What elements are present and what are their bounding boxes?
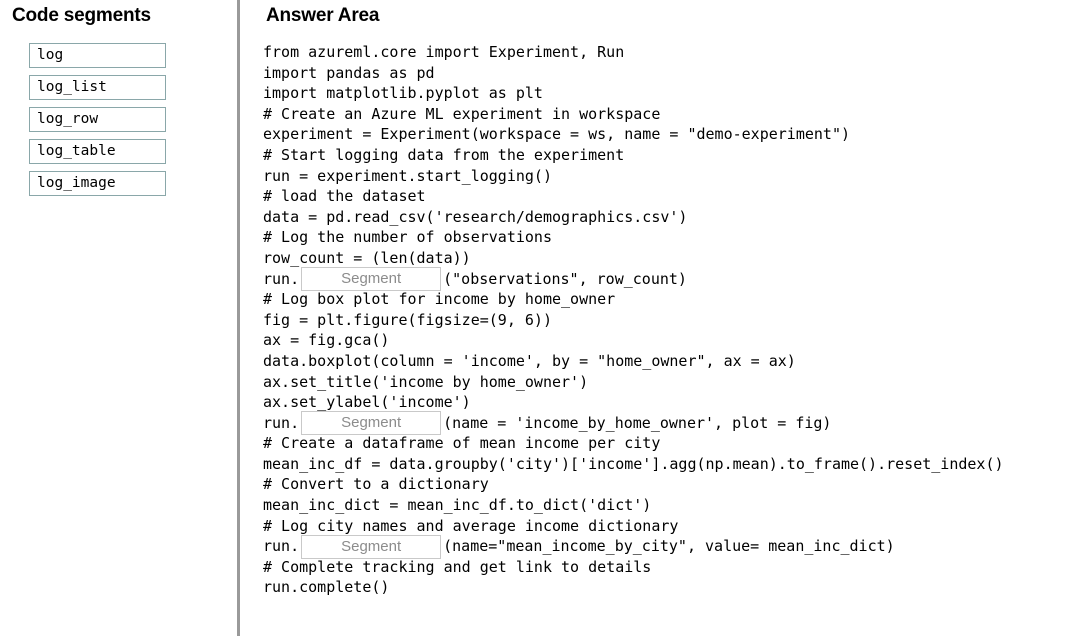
code-line: row_count = (len(data)) [263,248,1077,269]
code-line: # Create an Azure ML experiment in works… [263,104,1077,125]
code-line: # Start logging data from the experiment [263,145,1077,166]
code-line: run = experiment.start_logging() [263,166,1077,187]
code-line: run. Segment (name = 'income_by_home_owner… [263,410,1077,435]
code-line: import matplotlib.pyplot as plt [263,83,1077,104]
code-line-text: row_count = (len(data)) [263,248,471,267]
code-line: # Log box plot for income by home_owner [263,289,1077,310]
code-line-text: import matplotlib.pyplot as plt [263,84,543,103]
code-line: # Log city names and average income dict… [263,516,1077,537]
code-line-text: # load the dataset [263,187,426,206]
code-line: run.complete() [263,577,1077,598]
code-line: # load the dataset [263,186,1077,207]
code-line: mean_inc_dict = mean_inc_df.to_dict('dic… [263,495,1077,516]
code-line-suffix: (name="mean_income_by_city", value= mean… [443,537,895,556]
code-line-text: ax.set_title('income by home_owner') [263,372,589,391]
code-segment-chip[interactable]: log_image [29,171,166,196]
code-segment-chip[interactable]: log [29,43,166,68]
segment-dropdown[interactable]: Segment [301,534,442,559]
code-line: ax.set_ylabel('income') [263,392,1077,413]
code-line: data.boxplot(column = 'income', by = "ho… [263,351,1077,372]
code-line-prefix: run. [263,413,300,432]
code-line-text: fig = plt.figure(figsize=(9, 6)) [263,310,552,329]
code-line-text: ax = fig.gca() [263,331,390,350]
code-line: data = pd.read_csv('research/demographic… [263,207,1077,228]
code-segment-chip[interactable]: log_list [29,75,166,100]
code-line: run. Segment (name="mean_income_by_city", … [263,534,1077,559]
code-line: from azureml.core import Experiment, Run [263,42,1077,63]
code-segments-panel: Code segments log log_list log_row log_tabl… [0,0,238,636]
code-line-text: run.complete() [263,578,390,597]
code-line-text: # Complete tracking and get link to deta… [263,557,652,576]
code-line-prefix: run. [263,537,300,556]
code-line: experiment = Experiment(workspace = ws, … [263,124,1077,145]
code-line: ax = fig.gca() [263,330,1077,351]
code-block: from azureml.core import Experiment, Run… [263,42,1077,598]
code-line: ax.set_title('income by home_owner') [263,372,1077,393]
code-line-text: # Start logging data from the experiment [263,145,625,164]
code-line: run. Segment ("observations", row_count) [263,266,1077,291]
code-line: # Create a dataframe of mean income per … [263,433,1077,454]
code-line-text: # Log city names and average income dict… [263,516,679,535]
code-segment-chip[interactable]: log_table [29,139,166,164]
code-segment-chip[interactable]: log_row [29,107,166,132]
code-line: # Log the number of observations [263,227,1077,248]
code-line: import pandas as pd [263,63,1077,84]
answer-area-heading: Answer Area [266,5,380,26]
code-line-prefix: run. [263,269,300,288]
code-line-text: # Convert to a dictionary [263,475,489,494]
code-line-text: experiment = Experiment(workspace = ws, … [263,125,850,144]
answer-area-panel: Answer Area from azureml.core import Exp… [238,0,1077,636]
code-line: mean_inc_df = data.groupby('city')['inco… [263,454,1077,475]
code-line-suffix: ("observations", row_count) [443,269,687,288]
segment-dropdown[interactable]: Segment [301,410,442,435]
code-line: # Convert to a dictionary [263,474,1077,495]
code-line: # Complete tracking and get link to deta… [263,557,1077,578]
code-line-suffix: (name = 'income_by_home_owner', plot = f… [443,413,832,432]
code-line-text: ax.set_ylabel('income') [263,393,471,412]
code-line-text: # Log box plot for income by home_owner [263,290,616,309]
code-line-text: from azureml.core import Experiment, Run [263,43,625,61]
code-segments-heading: Code segments [12,5,151,26]
code-line-text: # Create a dataframe of mean income per … [263,434,661,453]
code-line: fig = plt.figure(figsize=(9, 6)) [263,310,1077,331]
code-line-text: # Create an Azure ML experiment in works… [263,104,661,123]
code-line-text: import pandas as pd [263,63,435,82]
code-segments-list: log log_list log_row log_table log_image [29,43,166,203]
code-line-text: mean_inc_dict = mean_inc_df.to_dict('dic… [263,496,652,515]
code-line-text: data = pd.read_csv('research/demographic… [263,207,688,226]
code-line-text: data.boxplot(column = 'income', by = "ho… [263,351,796,370]
code-line-text: # Log the number of observations [263,228,552,247]
segment-dropdown[interactable]: Segment [301,266,442,291]
code-line-text: mean_inc_df = data.groupby('city')['inco… [263,454,1004,473]
code-line-text: run = experiment.start_logging() [263,166,552,185]
